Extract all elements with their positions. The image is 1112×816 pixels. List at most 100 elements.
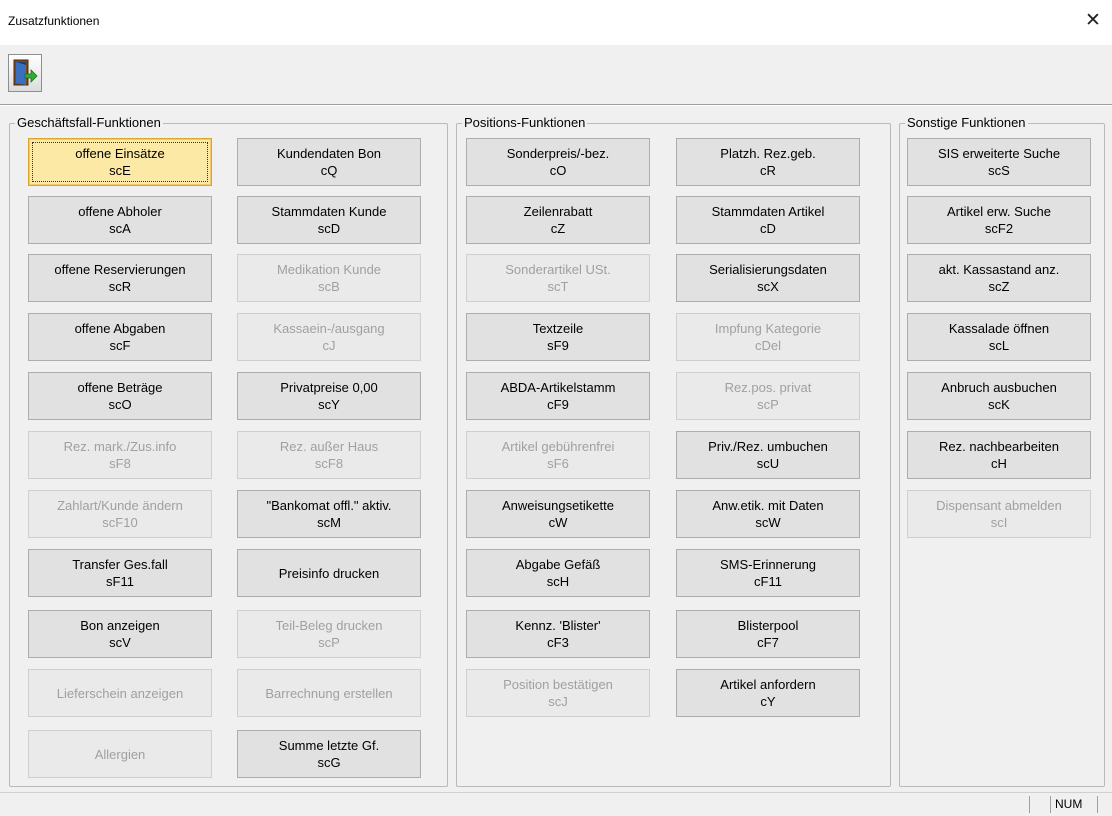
btn-sonderartikel-ust[interactable]: Sonderartikel USt. scT [466, 254, 650, 302]
btn-rezpos-privat[interactable]: Rez.pos. privat scP [676, 372, 860, 420]
btn-artikel-gebuehrenfrei[interactable]: Artikel gebührenfrei sF6 [466, 431, 650, 479]
btn-label: Bon anzeigen [80, 618, 160, 633]
btn-anweisungsetikette[interactable]: Anweisungsetikette cW [466, 490, 650, 538]
btn-shortcut: scJ [548, 694, 568, 709]
btn-sms-erinnerung[interactable]: SMS-Erinnerung cF11 [676, 549, 860, 597]
btn-anwetik-mit-daten[interactable]: Anw.etik. mit Daten scW [676, 490, 860, 538]
btn-shortcut: scF8 [314, 456, 344, 471]
btn-shortcut: scW [755, 515, 781, 530]
btn-priv-rez-umbuchen[interactable]: Priv./Rez. umbuchen scU [676, 431, 860, 479]
btn-preisinfo-drucken[interactable]: Preisinfo drucken [237, 549, 421, 597]
btn-transfer-gesfall[interactable]: Transfer Ges.fall sF11 [28, 549, 212, 597]
btn-shortcut: cF7 [757, 635, 779, 650]
btn-zahlart-kunde-aendern[interactable]: Zahlart/Kunde ändern scF10 [28, 490, 212, 538]
btn-shortcut: scH [546, 574, 570, 589]
btn-artikel-erw-suche[interactable]: Artikel erw. Suche scF2 [907, 196, 1091, 244]
btn-shortcut: scY [318, 397, 340, 412]
btn-offene-abgaben[interactable]: offene Abgaben scF [28, 313, 212, 361]
btn-sis-erweiterte-suche[interactable]: SIS erweiterte Suche scS [907, 138, 1091, 186]
btn-rez-nachbearbeiten[interactable]: Rez. nachbearbeiten cH [907, 431, 1091, 479]
group-sonstige-label: Sonstige Funktionen [905, 115, 1028, 131]
btn-label: "Bankomat offl." aktiv. [266, 498, 392, 513]
btn-zeilenrabatt[interactable]: Zeilenrabatt cZ [466, 196, 650, 244]
btn-shortcut: scF [109, 338, 131, 353]
btn-shortcut: scU [756, 456, 780, 471]
btn-label: Summe letzte Gf. [278, 738, 380, 753]
btn-offene-reservierungen[interactable]: offene Reservierungen scR [28, 254, 212, 302]
btn-position-bestaetigen[interactable]: Position bestätigen scJ [466, 669, 650, 717]
btn-label: Zahlart/Kunde ändern [57, 498, 183, 513]
close-icon[interactable]: ✕ [1080, 8, 1106, 34]
btn-shortcut: scP [757, 397, 779, 412]
btn-abda-artikelstamm[interactable]: ABDA-Artikelstamm cF9 [466, 372, 650, 420]
title-bar: Zusatzfunktionen ✕ [0, 0, 1112, 45]
btn-shortcut: scD [317, 221, 341, 236]
btn-shortcut: scA [109, 221, 131, 236]
btn-serialisierungsdaten[interactable]: Serialisierungsdaten scX [676, 254, 860, 302]
btn-shortcut: scL [988, 338, 1010, 353]
num-lock-indicator: NUM [1050, 796, 1098, 813]
btn-label: Artikel erw. Suche [946, 204, 1052, 219]
btn-shortcut: scI [990, 515, 1008, 530]
btn-abgabe-gefaess[interactable]: Abgabe Gefäß scH [466, 549, 650, 597]
btn-kundendaten-bon[interactable]: Kundendaten Bon cQ [237, 138, 421, 186]
btn-kennz-blister[interactable]: Kennz. 'Blister' cF3 [466, 610, 650, 658]
btn-allergien[interactable]: Allergien [28, 730, 212, 778]
window-title: Zusatzfunktionen [8, 14, 100, 28]
btn-anbruch-ausbuchen[interactable]: Anbruch ausbuchen scK [907, 372, 1091, 420]
btn-label: SMS-Erinnerung [719, 557, 817, 572]
btn-shortcut: cR [760, 163, 776, 178]
btn-shortcut: scO [108, 397, 132, 412]
btn-label: Blisterpool [737, 618, 799, 633]
toolbar [0, 45, 1112, 105]
btn-label: Transfer Ges.fall [72, 557, 168, 572]
btn-sonderpreis[interactable]: Sonderpreis/-bez. cO [466, 138, 650, 186]
btn-shortcut: sF11 [106, 574, 134, 589]
btn-artikel-anfordern[interactable]: Artikel anfordern cY [676, 669, 860, 717]
btn-label: Abgabe Gefäß [515, 557, 601, 572]
btn-shortcut: scR [108, 279, 132, 294]
btn-label: Privatpreise 0,00 [280, 380, 378, 395]
btn-privatpreise[interactable]: Privatpreise 0,00 scY [237, 372, 421, 420]
btn-label: SIS erweiterte Suche [937, 146, 1061, 161]
btn-shortcut: scG [317, 755, 341, 770]
btn-label: Anw.etik. mit Daten [712, 498, 824, 513]
btn-shortcut: scE [109, 163, 131, 178]
btn-label: Sonderpreis/-bez. [506, 146, 610, 161]
btn-label: Barrechnung erstellen [265, 685, 393, 701]
btn-shortcut: sF6 [547, 456, 569, 471]
btn-medikation-kunde[interactable]: Medikation Kunde scB [237, 254, 421, 302]
btn-kassaein-ausgang[interactable]: Kassaein-/ausgang cJ [237, 313, 421, 361]
btn-summe-letzte-gf[interactable]: Summe letzte Gf. scG [237, 730, 421, 778]
btn-label: Serialisierungsdaten [709, 262, 827, 277]
group-positions-label: Positions-Funktionen [462, 115, 588, 131]
btn-label: Dispensant abmelden [936, 498, 1062, 513]
btn-textzeile[interactable]: Textzeile sF9 [466, 313, 650, 361]
btn-bankomat-offl[interactable]: "Bankomat offl." aktiv. scM [237, 490, 421, 538]
btn-offene-betraege[interactable]: offene Beträge scO [28, 372, 212, 420]
btn-label: Stammdaten Artikel [711, 204, 825, 219]
btn-rez-ausser-haus[interactable]: Rez. außer Haus scF8 [237, 431, 421, 479]
btn-shortcut: sF9 [547, 338, 569, 353]
btn-kassalade-oeffnen[interactable]: Kassalade öffnen scL [907, 313, 1091, 361]
btn-teil-beleg-drucken[interactable]: Teil-Beleg drucken scP [237, 610, 421, 658]
btn-shortcut: cO [549, 163, 567, 178]
exit-door-icon [13, 59, 38, 86]
btn-platzh-rezgeb[interactable]: Platzh. Rez.geb. cR [676, 138, 860, 186]
btn-offene-abholer[interactable]: offene Abholer scA [28, 196, 212, 244]
btn-blisterpool[interactable]: Blisterpool cF7 [676, 610, 860, 658]
btn-stammdaten-kunde[interactable]: Stammdaten Kunde scD [237, 196, 421, 244]
btn-stammdaten-artikel[interactable]: Stammdaten Artikel cD [676, 196, 860, 244]
btn-offene-einsaetze[interactable]: offene Einsätze scE [28, 138, 212, 186]
btn-rez-mark-zus-info[interactable]: Rez. mark./Zus.info sF8 [28, 431, 212, 479]
btn-akt-kassastand[interactable]: akt. Kassastand anz. scZ [907, 254, 1091, 302]
btn-dispensant-abmelden[interactable]: Dispensant abmelden scI [907, 490, 1091, 538]
status-bar: NUM [0, 792, 1112, 816]
btn-bon-anzeigen[interactable]: Bon anzeigen scV [28, 610, 212, 658]
btn-barrechnung-erstellen[interactable]: Barrechnung erstellen [237, 669, 421, 717]
exit-button[interactable] [8, 54, 42, 92]
btn-impfung-kategorie[interactable]: Impfung Kategorie cDel [676, 313, 860, 361]
btn-lieferschein-anzeigen[interactable]: Lieferschein anzeigen [28, 669, 212, 717]
btn-label: Impfung Kategorie [714, 321, 822, 336]
btn-shortcut: scM [317, 515, 341, 530]
